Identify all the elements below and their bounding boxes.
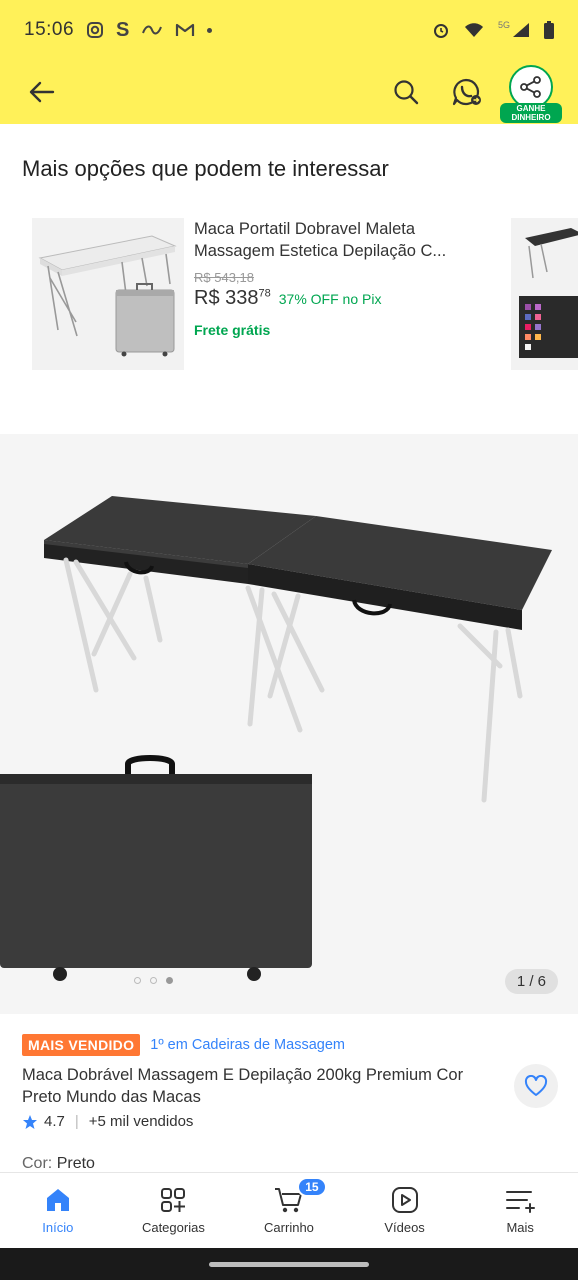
- status-time: 15:06: [24, 19, 75, 40]
- recommendation-discount: 37% OFF no Pix: [278, 291, 382, 307]
- gallery-dots: [134, 977, 173, 984]
- best-seller-badge: MAIS VENDIDO: [22, 1034, 141, 1056]
- nav-videos[interactable]: Vídeos: [347, 1173, 463, 1248]
- nav-label-more: Mais: [506, 1220, 534, 1235]
- menu-icon: [506, 1191, 536, 1213]
- gallery-dot[interactable]: [150, 977, 157, 984]
- recommendation-old-price: R$ 543,18: [194, 270, 254, 285]
- app-icon: [142, 25, 163, 35]
- video-icon: [391, 1187, 418, 1213]
- heart-icon: [524, 1075, 548, 1096]
- nav-label-cart: Carrinho: [264, 1220, 314, 1235]
- nav-more[interactable]: Mais: [462, 1173, 578, 1248]
- separator: |: [74, 1113, 79, 1130]
- nav-label-videos: Vídeos: [384, 1220, 425, 1235]
- recommendation-image: [32, 218, 184, 370]
- status-bar: 15:06 S 5G: [0, 0, 578, 60]
- star-icon: [23, 1114, 37, 1129]
- gallery-dot[interactable]: [134, 977, 141, 984]
- sold-count: +5 mil vendidos: [88, 1113, 194, 1130]
- rating-value: 4.7: [44, 1113, 65, 1130]
- recommendation-price: R$ 33878: [194, 287, 271, 309]
- rating-row[interactable]: 4.7 | +5 mil vendidos: [22, 1113, 193, 1130]
- recommendation-title: Maca Portatil Dobravel Maleta Massagem E…: [194, 220, 447, 260]
- recommendation-price-cents: 78: [258, 287, 271, 300]
- top-bar: GANHE DINHEIRO: [0, 60, 578, 124]
- product-title: Maca Dobrável Massagem E Depilação 200kg…: [22, 1066, 464, 1106]
- notification-dot-icon: [207, 27, 213, 33]
- arrow-left-icon: [29, 81, 55, 103]
- categories-icon: [161, 1188, 186, 1212]
- color-selector[interactable]: Cor: Preto: [22, 1155, 95, 1173]
- recommendation-info: Maca Portatil Dobravel Maleta Massagem E…: [194, 218, 494, 370]
- gallery-pager: 1 / 6: [504, 969, 558, 994]
- search-button[interactable]: [384, 70, 428, 114]
- wifi-icon: [464, 23, 483, 37]
- section-title: Mais opções que podem te interessar: [22, 156, 389, 181]
- cart-count-badge: 15: [297, 1177, 327, 1197]
- product-gallery[interactable]: 1 / 6: [0, 434, 578, 1014]
- recommendation-card[interactable]: Maca Portatil Dobravel Maleta Massagem E…: [32, 218, 552, 370]
- nav-home[interactable]: Início: [0, 1173, 116, 1248]
- share-earn-button[interactable]: GANHE DINHEIRO: [500, 65, 562, 123]
- network-type: 5G: [497, 20, 510, 30]
- back-button[interactable]: [20, 70, 64, 114]
- gallery-dot-active[interactable]: [166, 977, 173, 984]
- share-badge: GANHE DINHEIRO: [500, 103, 562, 123]
- home-icon: [46, 1189, 69, 1211]
- nav-cart[interactable]: 15 Carrinho: [231, 1173, 347, 1248]
- instagram-icon: [87, 22, 104, 38]
- product-image: [0, 496, 552, 981]
- home-gesture-bar[interactable]: [209, 1261, 369, 1267]
- s-app-icon: S: [116, 18, 130, 41]
- ranking-link[interactable]: 1º em Cadeiras de Massagem: [150, 1037, 345, 1053]
- system-nav-bar: [0, 1248, 578, 1280]
- share-icon: [520, 76, 541, 98]
- badge-row: MAIS VENDIDO 1º em Cadeiras de Massagem: [22, 1034, 345, 1056]
- battery-icon: [544, 21, 554, 39]
- signal-icon: [513, 23, 529, 37]
- recommendation-card-next[interactable]: [511, 218, 578, 370]
- color-label: Cor:: [22, 1155, 53, 1172]
- bottom-nav: Início Categorias 15 Carrinho Vídeos Mai…: [0, 1172, 578, 1248]
- favorite-button[interactable]: [514, 1064, 558, 1108]
- nav-categories[interactable]: Categorias: [116, 1173, 232, 1248]
- nav-label-home: Início: [42, 1220, 74, 1235]
- color-value: Preto: [56, 1155, 95, 1172]
- whatsapp-share-button[interactable]: [444, 70, 488, 114]
- recommendation-shipping: Frete grátis: [194, 322, 271, 338]
- alarm-icon: [433, 24, 448, 38]
- search-icon: [394, 80, 419, 105]
- gmail-icon: [176, 23, 195, 36]
- nav-label-categories: Categorias: [141, 1220, 205, 1235]
- whatsapp-icon: [452, 78, 481, 106]
